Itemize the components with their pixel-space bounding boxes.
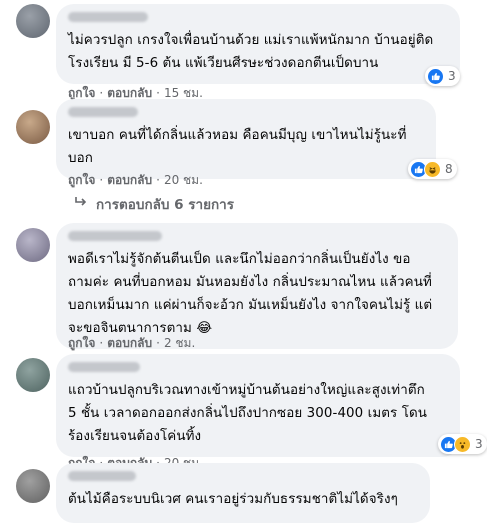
like-link[interactable]: ถูกใจ <box>68 86 95 100</box>
timestamp[interactable]: 20 ชม. <box>164 173 203 187</box>
avatar[interactable] <box>16 4 50 38</box>
comment-text: แถวบ้านปลูกบริเวณทางเข้าหมู่บ้านต้นอย่าง… <box>68 383 428 444</box>
reply-link[interactable]: ตอบกลับ <box>107 173 152 187</box>
author-name-blurred[interactable] <box>68 107 138 117</box>
avatar[interactable] <box>16 358 50 392</box>
reaction-count: 3 <box>475 437 483 451</box>
author-name-blurred[interactable] <box>68 12 148 22</box>
comment-bubble: ไม่ควรปลูก เกรงใจเพื่อนบ้านด้วย แม่เราแพ… <box>56 4 460 84</box>
author-name-blurred[interactable] <box>68 471 136 481</box>
separator: · <box>99 173 104 187</box>
avatar[interactable] <box>16 469 50 503</box>
like-reaction-icon <box>427 67 444 85</box>
reaction-count: 3 <box>448 69 456 83</box>
separator: · <box>156 86 160 100</box>
reply-link[interactable]: ตอบกลับ <box>107 336 152 350</box>
wow-reaction-icon <box>454 435 471 453</box>
comment-text: พอดีเราไม่รู้จักต้นตีนเป็ด และนึกไม่ออกว… <box>68 252 433 336</box>
avatar[interactable] <box>16 110 50 144</box>
comment-text: ไม่ควรปลูก เกรงใจเพื่อนบ้านด้วย แม่เราแพ… <box>68 33 434 71</box>
like-link[interactable]: ถูกใจ <box>68 336 95 350</box>
replies-count-label: การตอบกลับ 6 รายการ <box>96 197 235 213</box>
author-name-blurred[interactable] <box>68 231 162 241</box>
separator: · <box>156 173 160 187</box>
view-replies-link[interactable]: การตอบกลับ 6 รายการ <box>74 193 234 215</box>
timestamp[interactable]: 2 ชม. <box>164 336 195 350</box>
like-link[interactable]: ถูกใจ <box>68 173 95 187</box>
avatar[interactable] <box>16 228 50 262</box>
separator: · <box>99 336 104 350</box>
author-name-blurred[interactable] <box>68 362 140 372</box>
timestamp[interactable]: 15 ชม. <box>164 86 203 100</box>
separator: · <box>99 86 104 100</box>
reaction-summary[interactable]: 3 <box>425 66 460 86</box>
reaction-summary[interactable]: 8 <box>408 159 457 179</box>
reaction-count: 8 <box>445 162 453 176</box>
reply-link[interactable]: ตอบกลับ <box>107 86 152 100</box>
reply-arrow-icon <box>74 196 88 212</box>
comment-actions: ถูกใจ · ตอบกลับ · 2 ชม. <box>68 334 195 353</box>
comment-bubble: พอดีเราไม่รู้จักต้นตีนเป็ด และนึกไม่ออกว… <box>56 223 458 349</box>
separator: · <box>156 336 160 350</box>
comment-bubble: แถวบ้านปลูกบริเวณทางเข้าหมู่บ้านต้นอย่าง… <box>56 354 460 457</box>
haha-reaction-icon <box>424 160 441 178</box>
comment-text: เขาบอก คนที่ได้กลิ่นแล้วหอม คือคนมีบุญ เ… <box>68 128 407 166</box>
comment-bubble: ต้นไม้คือระบบนิเวศ คนเราอยู่ร่วมกับธรรมช… <box>56 463 430 523</box>
comment-bubble: เขาบอก คนที่ได้กลิ่นแล้วหอม คือคนมีบุญ เ… <box>56 99 436 179</box>
comment-text: ต้นไม้คือระบบนิเวศ คนเราอยู่ร่วมกับธรรมช… <box>68 492 398 507</box>
reaction-summary[interactable]: 3 <box>438 434 487 454</box>
comment-actions: ถูกใจ·ตอบกลับ·20 ชม. <box>68 171 203 190</box>
